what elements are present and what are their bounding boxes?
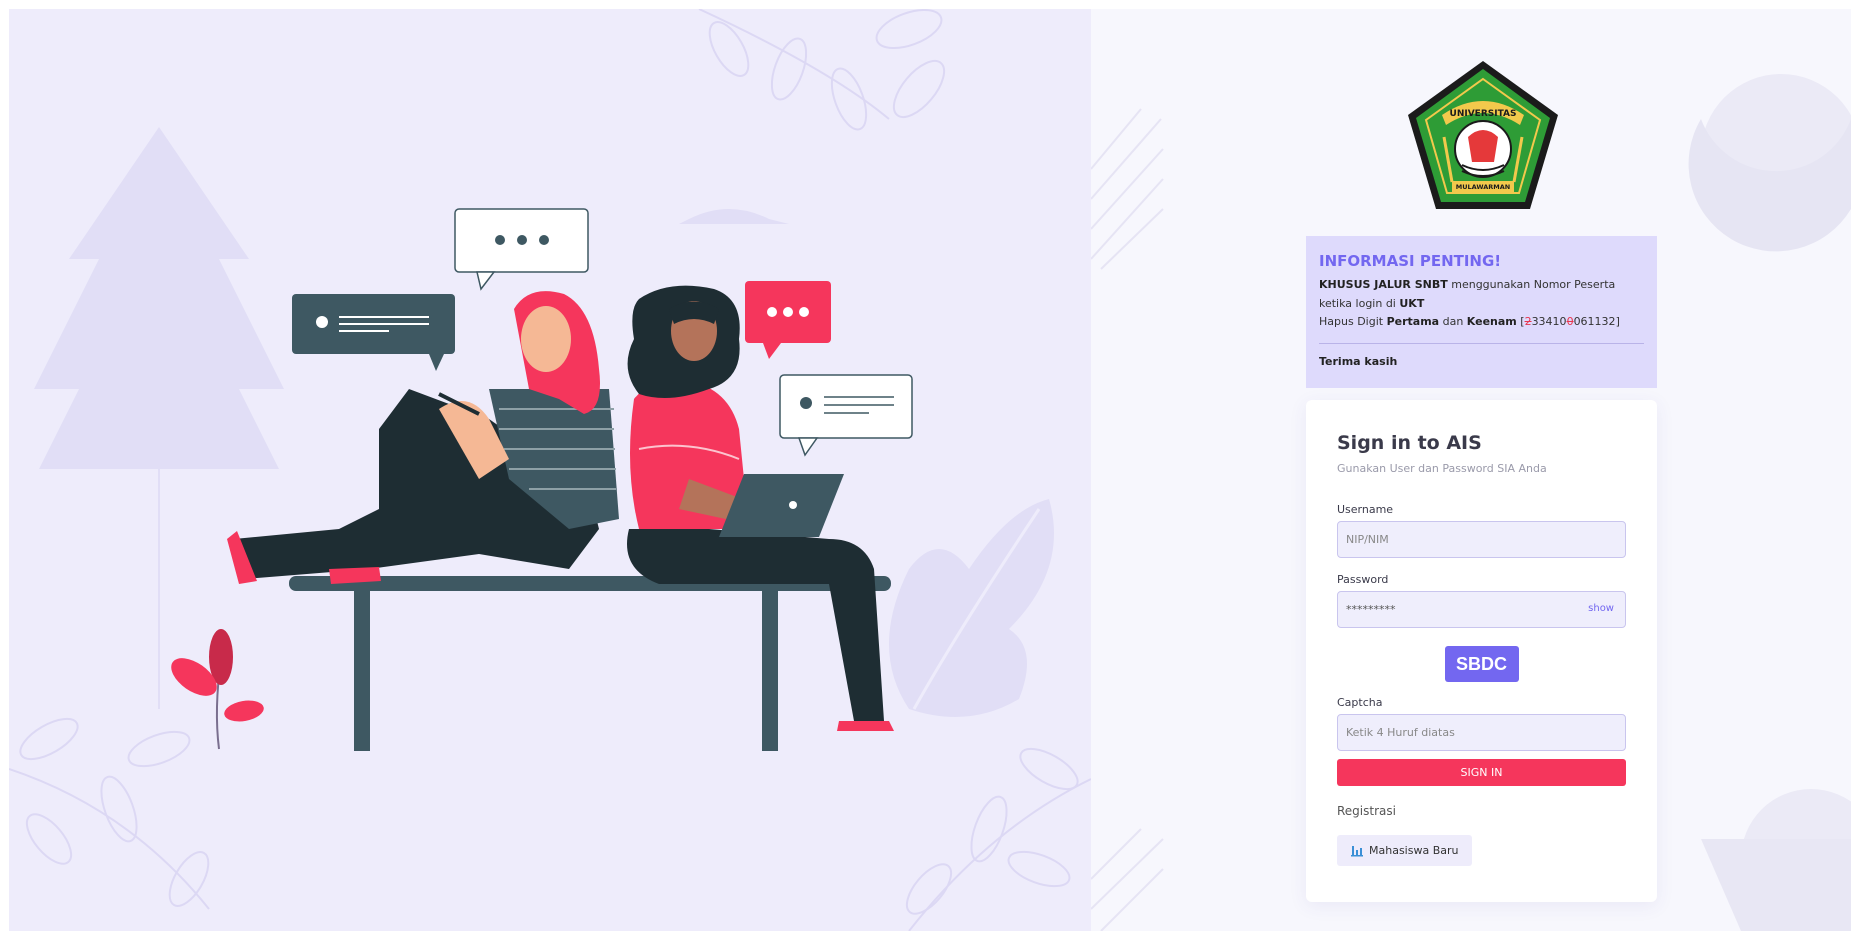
info-digits-end: 061132	[1573, 315, 1616, 328]
login-page: UNIVERSITAS MULAWARMAN INFORMASI PENTING…	[9, 9, 1851, 931]
info-snbt-bold: KHUSUS JALUR SNBT	[1319, 278, 1448, 291]
password-input[interactable]	[1337, 591, 1626, 628]
info-thanks: Terima kasih	[1319, 354, 1398, 368]
new-student-button[interactable]: Mahasiswa Baru	[1337, 835, 1473, 866]
info-line1-rest: menggunakan Nomor Peserta	[1447, 278, 1616, 291]
info-bracket-open: [	[1516, 315, 1525, 328]
signin-card: Sign in to AIS Gunakan User dan Password…	[1306, 400, 1657, 902]
info-first-bold: Pertama	[1386, 315, 1440, 328]
captcha-label: Captcha	[1337, 696, 1383, 709]
password-label: Password	[1337, 573, 1389, 586]
info-line-2: ketika login di UKT	[1319, 295, 1644, 314]
password-field: show	[1337, 591, 1626, 628]
info-line-3: Hapus Digit Pertama dan Keenam [23341000…	[1319, 313, 1644, 332]
info-struck-digit-2: 0	[1566, 315, 1574, 328]
info-line3-mid: dan	[1439, 315, 1467, 328]
info-sixth-bold: Keenam	[1466, 315, 1517, 328]
info-line2-prefix: ketika login di	[1319, 296, 1400, 310]
info-line-1: KHUSUS JALUR SNBT menggunakan Nomor Pese…	[1319, 276, 1644, 295]
illustration-two-women-on-bench	[9, 9, 1091, 931]
bar-chart-icon	[1351, 845, 1363, 856]
info-digits-mid: 33410	[1531, 315, 1567, 328]
signin-subtitle: Gunakan User dan Password SIA Anda	[1337, 462, 1547, 475]
username-label: Username	[1337, 503, 1394, 516]
info-ukt-bold: UKT	[1399, 296, 1425, 310]
info-line3-prefix: Hapus Digit	[1319, 315, 1387, 328]
logo-bottom-text: MULAWARMAN	[1456, 183, 1510, 191]
logo-top-text: UNIVERSITAS	[1450, 109, 1517, 119]
info-divider	[1319, 342, 1644, 344]
captcha-image: SBDC	[1444, 646, 1519, 682]
illustration-panel	[9, 9, 1091, 931]
signin-title: Sign in to AIS	[1337, 432, 1482, 454]
show-password-toggle[interactable]: show	[1588, 603, 1614, 614]
sign-in-button[interactable]: SIGN IN	[1337, 759, 1626, 786]
captcha-input[interactable]	[1337, 714, 1626, 751]
info-struck-digit-1: 2	[1524, 315, 1532, 328]
university-logo: UNIVERSITAS MULAWARMAN	[1408, 61, 1558, 209]
info-title: INFORMASI PENTING!	[1319, 252, 1502, 270]
important-info-box: INFORMASI PENTING! KHUSUS JALUR SNBT men…	[1306, 236, 1657, 388]
username-input[interactable]	[1337, 521, 1626, 558]
captcha-image-wrap: SBDC	[1337, 646, 1626, 682]
new-student-label: Mahasiswa Baru	[1369, 844, 1459, 857]
registration-title: Registrasi	[1337, 804, 1396, 818]
info-bracket-close: ]	[1615, 315, 1620, 328]
